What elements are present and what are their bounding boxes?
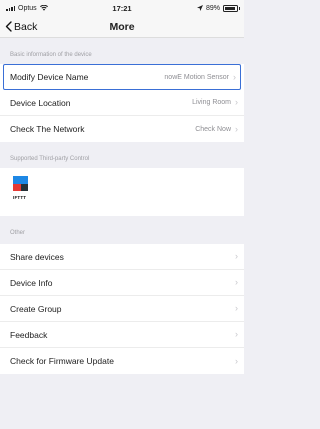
ifttt-logo-icon [13,176,28,191]
row-value: Check Now [195,125,231,133]
section-header-basic: Basic information of the device [10,52,92,58]
ifttt-button[interactable]: IFTTT [13,176,28,200]
feedback-row[interactable]: Feedback › [0,322,244,348]
chevron-right-icon: › [235,251,238,261]
row-label: Create Group [10,303,62,314]
location-arrow-icon [196,5,203,11]
ifttt-label: IFTTT [13,195,27,200]
chevron-right-icon: › [235,355,238,366]
status-right: 89% [168,4,240,12]
modify-device-name-row[interactable]: Modify Device Name nowE Motion Sensor › [3,64,241,90]
row-label: Device Info [10,277,53,288]
navigation-bar: Back More [0,16,244,38]
row-label: Check The Network [10,124,85,134]
status-bar: Optus 17:21 89% [0,0,244,16]
chevron-right-icon: › [235,303,238,313]
chevron-right-icon: › [235,277,238,287]
row-label: Feedback [10,329,48,340]
section-header-other: Other [10,230,26,236]
chevron-right-icon: › [235,329,238,339]
row-label: Modify Device Name [10,72,89,82]
basic-info-group: Modify Device Name nowE Motion Sensor › … [0,64,244,142]
share-devices-row[interactable]: Share devices › [0,244,244,270]
third-party-group: IFTTT [0,168,244,216]
row-label: Device Location [10,97,71,108]
chevron-right-icon: › [235,97,238,107]
row-label: Share devices [10,251,64,262]
section-header-third-party: Supported Third-party Control [10,156,90,162]
check-network-row[interactable]: Check The Network Check Now › [0,116,244,142]
wifi-icon [39,5,48,11]
back-button[interactable]: Back [0,21,37,33]
chevron-left-icon [5,21,12,32]
status-time: 17:21 [112,3,132,13]
row-label: Check for Firmware Update [10,356,114,366]
battery-level [225,6,235,10]
create-group-row[interactable]: Create Group › [0,296,244,322]
back-label: Back [14,20,38,33]
other-group: Share devices › Device Info › Create Gro… [0,244,244,374]
firmware-update-row[interactable]: Check for Firmware Update › [0,348,244,374]
signal-icon [6,5,15,11]
device-info-row[interactable]: Device Info › [0,270,244,296]
battery-icon [223,4,240,12]
carrier-name: Optus [18,4,37,12]
row-value: nowE Motion Sensor [164,73,229,81]
battery-percent: 89% [205,4,220,12]
chevron-right-icon: › [233,71,236,82]
device-location-row[interactable]: Device Location Living Room › [0,90,244,116]
status-left: Optus [6,5,76,12]
row-value: Living Room [192,99,231,106]
chevron-right-icon: › [235,123,238,134]
